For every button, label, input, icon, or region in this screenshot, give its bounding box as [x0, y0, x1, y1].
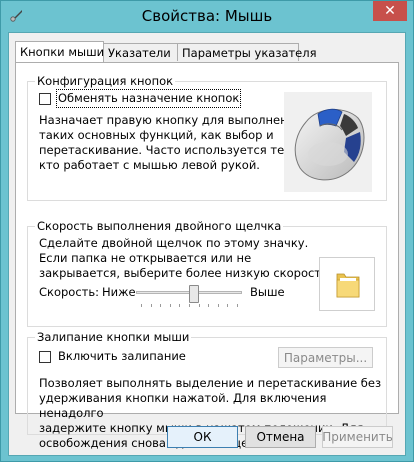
tab-panel: Конфигурация кнопок Обменять назначение …: [15, 62, 399, 450]
description-line: кто работает с мышью левой рукой.: [39, 158, 260, 172]
tab-pointer-options[interactable]: Параметры указателя: [177, 43, 317, 61]
mouse-properties-window: Свойства: Мышь ✕ Кнопки мыши Указатели П…: [0, 0, 414, 462]
button-config-group-label: Конфигурация кнопок: [35, 74, 176, 88]
dialog-client-area: Кнопки мыши Указатели Параметры указател…: [8, 32, 406, 456]
double-click-speed-slider[interactable]: [136, 285, 242, 309]
window-title: Свойства: Мышь: [141, 7, 273, 25]
button-config-group: Конфигурация кнопок Обменять назначение …: [27, 74, 387, 201]
slider-slow-label: Ниже: [102, 285, 136, 299]
slider-tick: [151, 304, 152, 307]
double-click-description: Сделайте двойной щелчок по этому значку.…: [39, 236, 331, 281]
slider-tick: [218, 304, 219, 307]
double-click-group-label: Скорость выполнения двойного щелчка: [35, 219, 284, 233]
description-line: таких основных функций, как выбор и: [39, 128, 274, 142]
slider-tick: [227, 304, 228, 307]
slider-tick: [141, 304, 142, 307]
slider-fast-label: Выше: [250, 285, 285, 299]
description-line: перетаскивание. Часто используется теми,: [39, 143, 304, 157]
double-click-group: Скорость выполнения двойного щелчка Сдел…: [27, 219, 387, 327]
slider-thumb[interactable]: [189, 285, 199, 303]
tab-pointers[interactable]: Указатели: [103, 43, 178, 61]
description-line: Если папка не открывается или не: [39, 251, 252, 265]
tab-mouse-buttons[interactable]: Кнопки мыши: [15, 41, 104, 62]
swap-buttons-checkbox[interactable]: [39, 93, 51, 105]
apply-button[interactable]: Применить: [322, 426, 393, 448]
slider-tick: [179, 304, 180, 307]
button-config-description: Назначает правую кнопку для выполнения т…: [39, 113, 304, 173]
folder-icon[interactable]: [334, 268, 362, 300]
slider-tick: [170, 304, 171, 307]
speed-label: Скорость:: [39, 285, 100, 299]
test-folder-area[interactable]: [319, 257, 375, 311]
slider-tick: [160, 304, 161, 307]
slider-tick: [199, 304, 200, 307]
click-lock-label[interactable]: Включить залипание: [58, 349, 186, 364]
description-line: закрывается, выберите более низкую скоро…: [39, 266, 332, 280]
click-lock-group-label: Залипание кнопки мыши: [35, 330, 192, 344]
ok-button[interactable]: ОК: [167, 426, 238, 448]
close-icon: ✕: [384, 3, 396, 19]
title-bar[interactable]: Свойства: Мышь ✕: [1, 1, 413, 31]
description-line: Позволяет выполнять выделение и перетаск…: [39, 376, 382, 390]
description-line: Сделайте двойной щелчок по этому значку.: [39, 236, 309, 250]
description-line: Назначает правую кнопку для выполнения: [39, 113, 303, 127]
mouse-illustration: [284, 92, 372, 192]
slider-tick: [237, 304, 238, 307]
swap-buttons-label[interactable]: Обменять назначение кнопок: [55, 89, 242, 108]
description-line: удерживания кнопки нажатой. Для включени…: [39, 391, 327, 420]
slider-tick: [189, 304, 190, 307]
click-lock-settings-button[interactable]: Параметры...: [278, 347, 373, 368]
click-lock-group: Залипание кнопки мыши Включить залипание…: [27, 330, 387, 450]
cancel-button[interactable]: Отмена: [245, 426, 316, 448]
slider-tick: [208, 304, 209, 307]
close-button[interactable]: ✕: [373, 1, 407, 21]
click-lock-checkbox[interactable]: [39, 351, 51, 363]
